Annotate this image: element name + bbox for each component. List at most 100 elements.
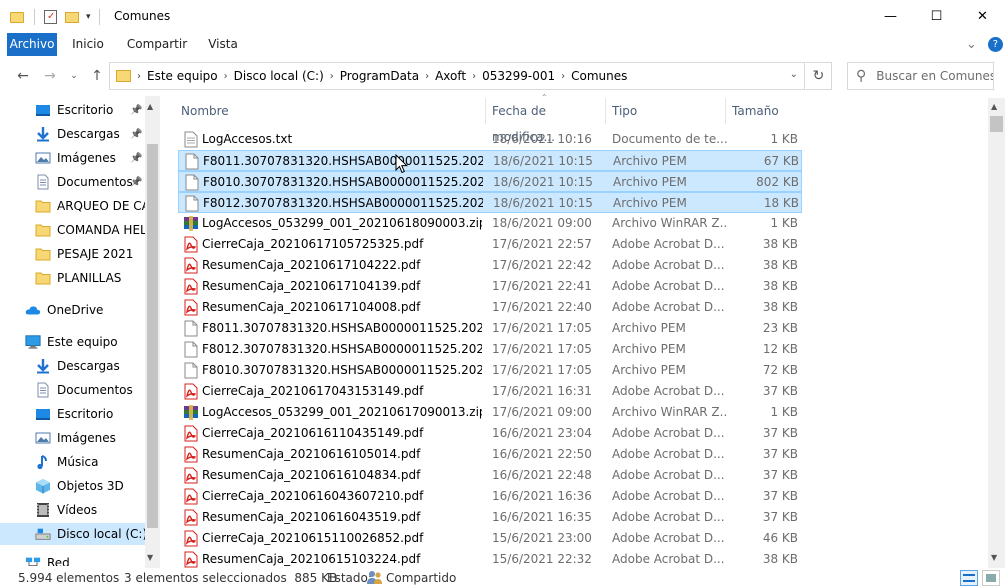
column-header-size[interactable]: Tamaño [729, 98, 808, 124]
nav-item-planillas[interactable]: PLANILLAS [0, 267, 145, 289]
search-box[interactable]: ⚲ Buscar en Comunes [847, 62, 994, 90]
file-row[interactable]: F8011.30707831320.HSHSAB0000011525.20210… [178, 150, 802, 171]
file-row[interactable]: F8011.30707831320.HSHSAB0000011525.20210… [178, 318, 802, 339]
nav-item-red[interactable]: Red [0, 552, 145, 566]
column-header-name[interactable]: Nombre [178, 98, 486, 124]
file-row[interactable]: ResumenCaja_20210617104008.pdf 17/6/2021 … [178, 297, 802, 318]
nav-item-disco-local-c[interactable]: Disco local (C:) [0, 523, 147, 545]
file-row[interactable]: ResumenCaja_20210617104222.pdf 17/6/2021 … [178, 255, 802, 276]
large-icons-view-button[interactable] [982, 570, 1000, 586]
tab-compartir[interactable]: Compartir [124, 33, 190, 56]
pin-icon[interactable]: 📌 [130, 129, 142, 140]
properties-icon[interactable]: ✓ [44, 10, 57, 24]
file-row[interactable]: F8012.30707831320.HSHSAB0000011525.20210… [178, 192, 802, 213]
file-list-scrollbar[interactable] [988, 98, 1005, 568]
nav-item-descargas[interactable]: Descargas [0, 355, 145, 377]
file-size: 38 KB [762, 279, 798, 293]
nav-item-escritorio[interactable]: Escritorio 📌 [0, 99, 145, 121]
nav-item-imágenes[interactable]: Imágenes 📌 [0, 147, 145, 169]
file-row[interactable]: LogAccesos_053299_001_20210618090003.zip… [178, 213, 802, 234]
nav-item-descargas[interactable]: Descargas 📌 [0, 123, 145, 145]
file-row[interactable]: ResumenCaja_20210616043519.pdf 16/6/2021 … [178, 507, 802, 528]
nav-item-objetos-3d[interactable]: Objetos 3D [0, 475, 145, 497]
nav-item-vídeos[interactable]: Vídeos [0, 499, 145, 521]
download-icon [35, 358, 51, 374]
nav-scrollbar-thumb[interactable] [147, 144, 158, 528]
file-name: F8012.30707831320.HSHSAB0000011525.20210… [203, 196, 483, 210]
nav-item-pesaje-2021[interactable]: PESAJE 2021 [0, 243, 145, 265]
chevron-right-icon[interactable]: › [328, 71, 336, 82]
scroll-up-icon[interactable]: ▲ [991, 102, 997, 111]
file-name: CierreCaja_20210617105725325.pdf [202, 237, 424, 251]
breadcrumb-disco-local[interactable]: Disco local (C:) [230, 69, 328, 83]
file-row[interactable]: LogAccesos_053299_001_20210617090013.zip… [178, 402, 802, 423]
breadcrumb-axoft[interactable]: Axoft [431, 69, 470, 83]
pdf-file-icon [183, 425, 199, 442]
up-button[interactable]: ↑ [87, 66, 107, 86]
column-header-date[interactable]: Fecha de modifica... [489, 98, 606, 144]
file-row[interactable]: F8012.30707831320.HSHSAB0000011525.20210… [178, 339, 802, 360]
breadcrumb-este-equipo[interactable]: Este equipo [143, 69, 222, 83]
recent-locations-button[interactable]: ⌄ [64, 66, 84, 86]
file-row[interactable]: CierreCaja_20210617043153149.pdf 17/6/202… [178, 381, 802, 402]
file-list-scrollbar-thumb[interactable] [990, 116, 1003, 132]
file-row[interactable]: ResumenCaja_20210616104834.pdf 16/6/2021 … [178, 465, 802, 486]
tab-inicio[interactable]: Inicio [66, 33, 110, 56]
address-bar[interactable]: › Este equipo › Disco local (C:) › Progr… [109, 62, 805, 90]
nav-item-onedrive[interactable]: OneDrive [0, 299, 145, 321]
maximize-button[interactable]: ☐ [914, 0, 959, 33]
file-name: LogAccesos.txt [202, 132, 293, 146]
breadcrumb-053299-001[interactable]: 053299-001 [478, 69, 559, 83]
file-row[interactable]: LogAccesos.txt 18/6/2021 10:16 Documento d… [178, 129, 802, 150]
chevron-right-icon[interactable]: › [423, 71, 431, 82]
nav-item-documentos[interactable]: Documentos [0, 379, 145, 401]
ribbon-expand-icon[interactable]: ⌄ [966, 38, 977, 51]
refresh-button[interactable]: ↻ [806, 62, 832, 90]
search-input[interactable]: Buscar en Comunes [876, 69, 993, 83]
pin-icon[interactable]: 📌 [130, 153, 142, 164]
pin-icon[interactable]: 📌 [130, 177, 142, 188]
details-view-button[interactable] [960, 570, 978, 586]
tab-archivo[interactable]: Archivo [7, 33, 57, 56]
chevron-right-icon[interactable]: › [559, 71, 567, 82]
breadcrumb-programdata[interactable]: ProgramData [336, 69, 423, 83]
file-row[interactable]: ResumenCaja_20210615103224.pdf 15/6/2021 … [178, 549, 802, 570]
breadcrumb-comunes[interactable]: Comunes [567, 69, 631, 83]
nav-item-documentos[interactable]: Documentos 📌 [0, 171, 145, 193]
file-size: 38 KB [762, 258, 798, 272]
nav-item-arqueo-de-ca[interactable]: ARQUEO DE CA... [0, 195, 160, 217]
chevron-right-icon[interactable]: › [222, 71, 230, 82]
customize-toolbar-icon[interactable]: ▾ [86, 12, 91, 22]
pdf-file-icon [183, 299, 199, 316]
file-row[interactable]: CierreCaja_20210616110435149.pdf 16/6/202… [178, 423, 802, 444]
nav-scroll-up-icon[interactable]: ▲ [147, 102, 153, 111]
file-row[interactable]: CierreCaja_20210617105725325.pdf 17/6/202… [178, 234, 802, 255]
nav-item-este-equipo[interactable]: Este equipo [0, 331, 145, 353]
nav-item-imágenes[interactable]: Imágenes [0, 427, 145, 449]
back-button[interactable]: ← [13, 66, 33, 86]
file-row[interactable]: CierreCaja_20210616043607210.pdf 16/6/202… [178, 486, 802, 507]
nav-item-escritorio[interactable]: Escritorio [0, 403, 145, 425]
nav-item-comanda-hel[interactable]: COMANDA HEL... [0, 219, 158, 241]
file-size: 23 KB [762, 321, 798, 335]
forward-button[interactable]: → [40, 66, 60, 86]
chevron-right-icon[interactable]: › [470, 71, 478, 82]
nav-item-música[interactable]: Música [0, 451, 145, 473]
pin-icon[interactable]: 📌 [130, 105, 142, 116]
scroll-down-icon[interactable]: ▼ [991, 553, 997, 562]
file-row[interactable]: F8010.30707831320.HSHSAB0000011525.20210… [178, 360, 802, 381]
address-history-button[interactable]: ⌄ [790, 69, 798, 80]
file-row[interactable]: ResumenCaja_20210617104139.pdf 17/6/2021 … [178, 276, 802, 297]
file-row[interactable]: ResumenCaja_20210616105014.pdf 16/6/2021 … [178, 444, 802, 465]
pdf-file-icon [183, 467, 199, 484]
column-header-type[interactable]: Tipo [609, 98, 726, 124]
file-row[interactable]: CierreCaja_20210615110026852.pdf 15/6/202… [178, 528, 802, 549]
file-row[interactable]: F8010.30707831320.HSHSAB0000011525.20210… [178, 171, 802, 192]
help-icon[interactable]: ? [987, 37, 1003, 52]
nav-scroll-down-icon[interactable]: ▼ [147, 553, 153, 562]
new-folder-icon[interactable] [65, 11, 79, 23]
search-icon: ⚲ [856, 68, 867, 84]
tab-vista[interactable]: Vista [204, 33, 242, 56]
minimize-button[interactable]: — [868, 0, 913, 33]
close-button[interactable]: ✕ [960, 0, 1005, 33]
